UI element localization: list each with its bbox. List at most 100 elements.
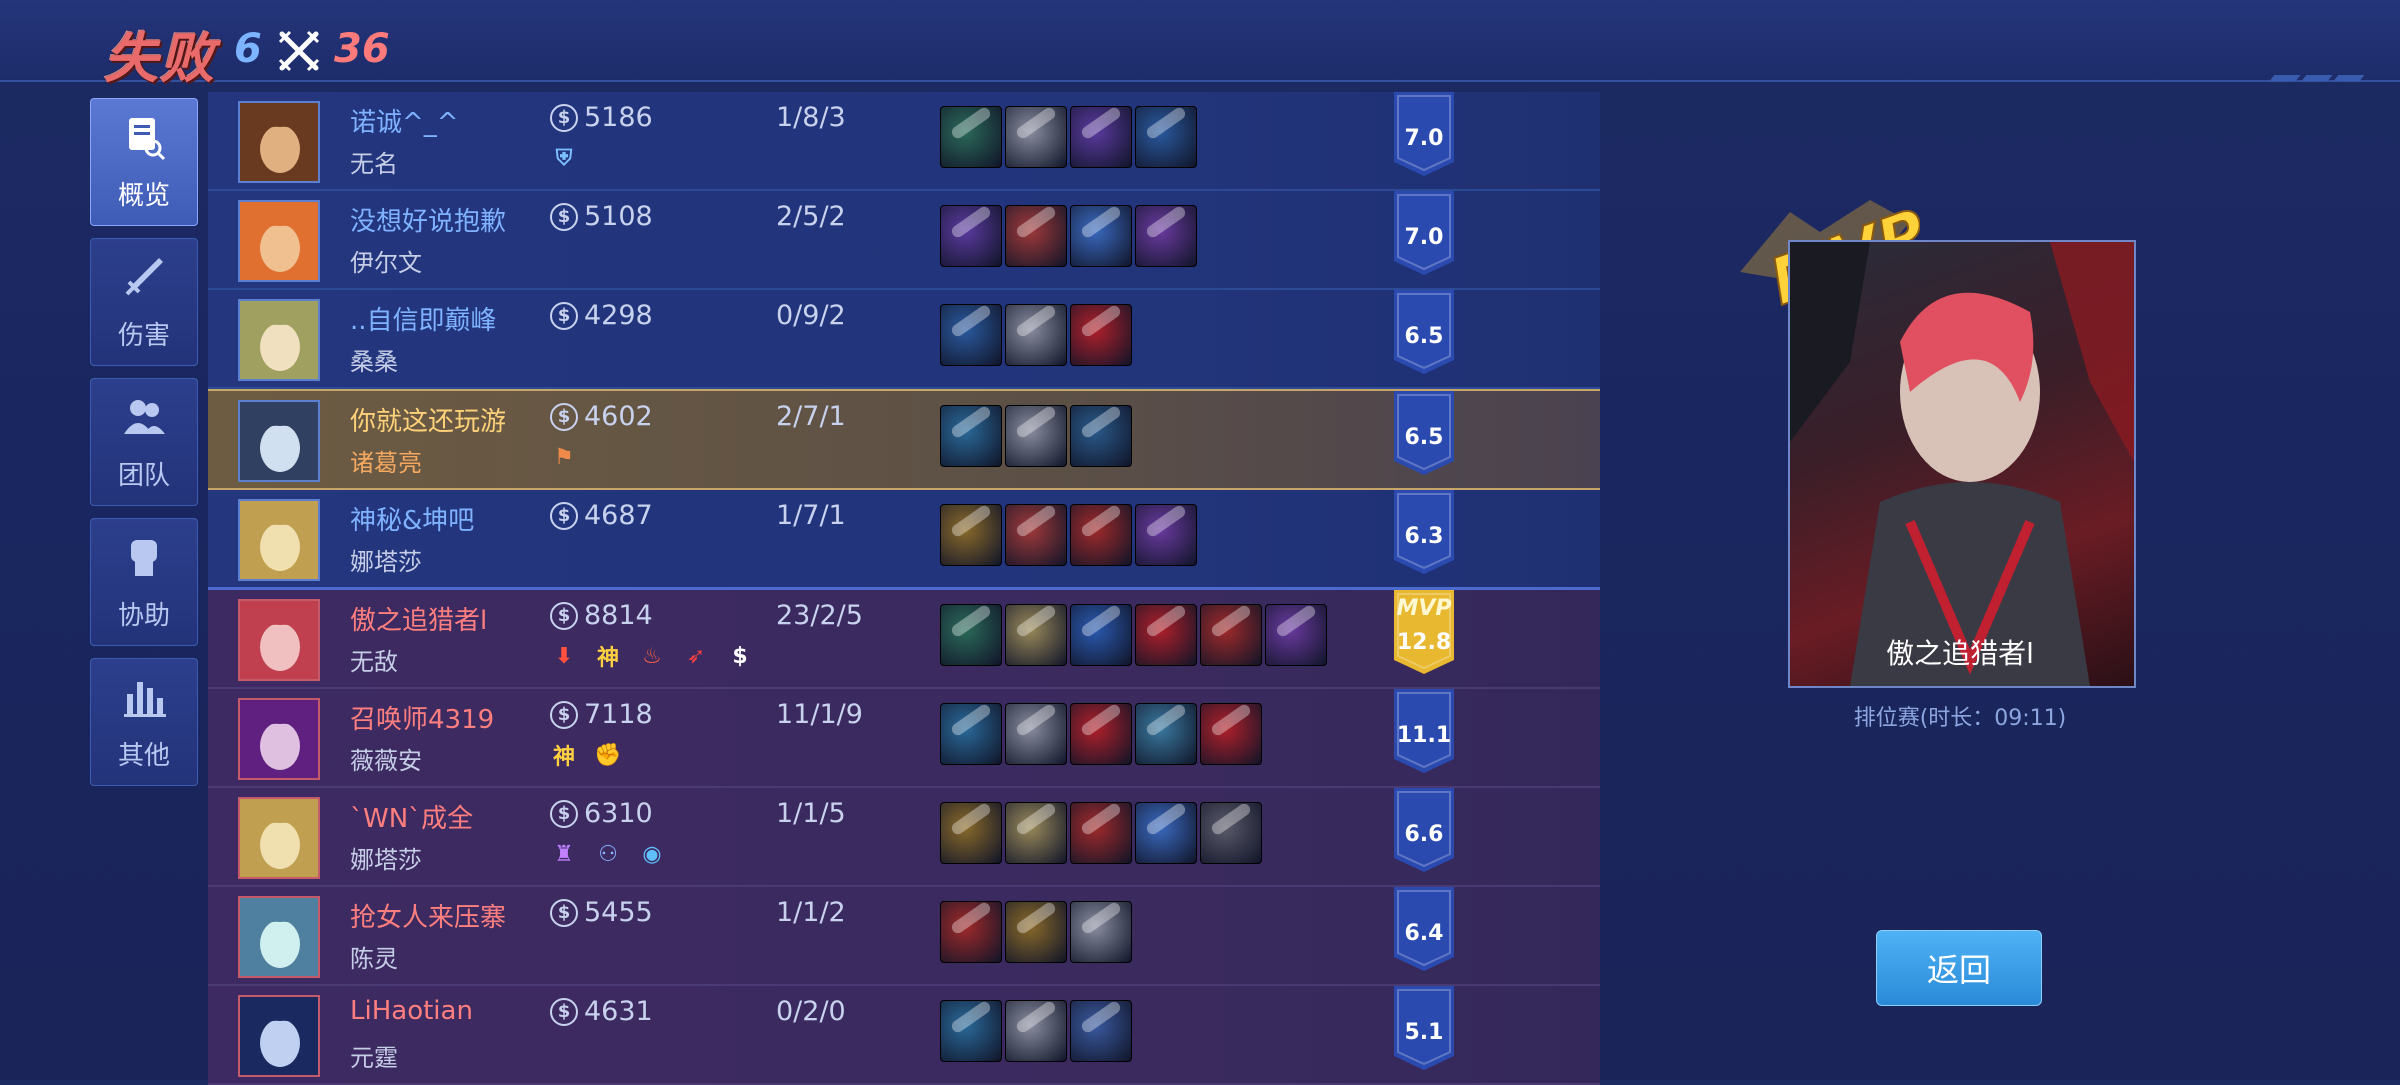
nav-item-1[interactable]: 伤害 [90, 238, 198, 366]
hero-avatar[interactable] [238, 599, 320, 681]
equipment-item-icon[interactable] [1070, 901, 1132, 963]
equipment-item-icon[interactable] [1005, 405, 1067, 467]
hero-avatar[interactable] [238, 995, 320, 1077]
equipment-item-icon[interactable] [1005, 304, 1067, 366]
equipment-item-icon[interactable] [1070, 106, 1132, 168]
player-row[interactable]: LiHaotian 元霆 $4631 0/2/0 5.1 [208, 986, 1600, 1085]
rating-badge: 7.0 [1394, 92, 1454, 176]
fist-badge-icon[interactable]: ✊ [592, 739, 624, 771]
player-row[interactable]: 神秘&坤吧 娜塔莎 $4687 1/7/1 6.3 [208, 490, 1600, 590]
hero-avatar[interactable] [238, 101, 320, 183]
player-row[interactable]: 抢女人来压寨 陈灵 $5455 1/1/2 6.4 [208, 887, 1600, 986]
equipment-item-icon[interactable] [940, 901, 1002, 963]
player-name: ..自信即巅峰 [350, 306, 497, 336]
flame-badge-icon[interactable]: ➶ [680, 640, 712, 672]
hero-avatar[interactable] [238, 499, 320, 581]
back-button[interactable]: 返回 [1876, 930, 2042, 1006]
equipment-item-icon[interactable] [1005, 504, 1067, 566]
gold-value: 8814 [584, 600, 653, 631]
nav-item-3[interactable]: 协助 [90, 518, 198, 646]
god-badge-icon[interactable]: 神 [548, 739, 580, 771]
equipment-item-icon[interactable] [1005, 703, 1067, 765]
rating-badge: 5.1 [1394, 986, 1454, 1070]
equipment-item-icon[interactable] [1070, 205, 1132, 267]
equipment-item-icon[interactable] [1200, 703, 1262, 765]
shield-badge-icon[interactable]: ⛨ [548, 142, 580, 174]
rating-value: 6.4 [1404, 921, 1444, 946]
equipment-item-icon[interactable] [940, 304, 1002, 366]
player-kda: 23/2/5 [776, 600, 863, 631]
equipment-item-icon[interactable] [940, 703, 1002, 765]
equipment-item-icon[interactable] [940, 1000, 1002, 1062]
player-row[interactable]: 你就这还玩游 诸葛亮 $4602 2/7/1 ⚑ 6.5 [208, 389, 1600, 490]
god-badge-icon[interactable]: 神 [592, 640, 624, 672]
hero-avatar[interactable] [238, 400, 320, 482]
equipment-item-icon[interactable] [1070, 504, 1132, 566]
equipment-item-icon[interactable] [940, 405, 1002, 467]
player-name: 没想好说抱歉 [350, 207, 507, 237]
nav-item-4[interactable]: 其他 [90, 658, 198, 786]
hero-avatar[interactable] [238, 200, 320, 282]
equipment-item-icon[interactable] [1005, 1000, 1067, 1062]
equipment-item-icon[interactable] [1005, 901, 1067, 963]
tower-badge-icon[interactable]: ♜ [548, 838, 580, 870]
coin-badge-icon[interactable]: $ [724, 640, 756, 672]
player-name: 傲之追猎者l [350, 606, 488, 636]
gold-value: 4631 [584, 996, 653, 1027]
top-bar: 失败 6 36 [0, 0, 2400, 90]
match-result: 失败 [104, 27, 216, 90]
player-row[interactable]: 傲之追猎者l 无敌 $8814 23/2/5 ⬇ 神 ♨ ➶ $ MVP 12.8 [208, 590, 1600, 689]
equipment-item-icon[interactable] [1005, 106, 1067, 168]
equipment-item-icon[interactable] [940, 604, 1002, 666]
equipment-item-icon[interactable] [1135, 504, 1197, 566]
equipment-item-icon[interactable] [940, 504, 1002, 566]
equipment-items [940, 106, 1197, 168]
rating-badge: 6.3 [1394, 490, 1454, 574]
player-kda: 0/2/0 [776, 996, 846, 1027]
equipment-item-icon[interactable] [1135, 604, 1197, 666]
fist-icon [119, 532, 169, 595]
hero-avatar[interactable] [238, 896, 320, 978]
equipment-item-icon[interactable] [1200, 802, 1262, 864]
eye-badge-icon[interactable]: ◉ [636, 838, 668, 870]
equipment-item-icon[interactable] [1005, 802, 1067, 864]
equipment-item-icon[interactable] [1070, 405, 1132, 467]
player-gold: $5108 [550, 201, 653, 232]
equipment-item-icon[interactable] [1265, 604, 1327, 666]
player-gold: $5186 [550, 102, 653, 133]
equipment-item-icon[interactable] [1070, 604, 1132, 666]
down-badge-icon[interactable]: ⬇ [548, 640, 580, 672]
mvp-rating-badge: MVP 12.8 [1394, 590, 1454, 674]
equipment-item-icon[interactable] [1135, 106, 1197, 168]
player-row[interactable]: 没想好说抱歉 伊尔文 $5108 2/5/2 7.0 [208, 191, 1600, 290]
equipment-item-icon[interactable] [1135, 703, 1197, 765]
nav-item-0[interactable]: 概览 [90, 98, 198, 226]
player-row[interactable]: 诺诚^_^ 无名 $5186 1/8/3 ⛨ 7.0 [208, 92, 1600, 191]
equipment-item-icon[interactable] [1135, 802, 1197, 864]
player-row[interactable]: `WN`成全 娜塔莎 $6310 1/1/5 ♜ ⚇ ◉ 6.6 [208, 788, 1600, 887]
equipment-item-icon[interactable] [1200, 604, 1262, 666]
player-row[interactable]: ..自信即巅峰 桑桑 $4298 0/9/2 6.5 [208, 290, 1600, 389]
nav-item-2[interactable]: 团队 [90, 378, 198, 506]
equipment-item-icon[interactable] [1070, 703, 1132, 765]
equipment-item-icon[interactable] [940, 802, 1002, 864]
player-row[interactable]: 召唤师4319 薇薇安 $7118 11/1/9 神 ✊ 11.1 [208, 689, 1600, 788]
hero-avatar[interactable] [238, 698, 320, 780]
player-kda: 1/8/3 [776, 102, 846, 133]
hero-name: 无名 [350, 150, 398, 178]
equipment-item-icon[interactable] [1070, 1000, 1132, 1062]
hood-badge-icon[interactable]: ⚇ [592, 838, 624, 870]
equipment-item-icon[interactable] [1070, 304, 1132, 366]
equipment-item-icon[interactable] [1070, 802, 1132, 864]
equipment-item-icon[interactable] [1005, 604, 1067, 666]
nav-item-label: 概览 [117, 181, 170, 211]
equipment-item-icon[interactable] [1135, 205, 1197, 267]
equipment-item-icon[interactable] [1005, 205, 1067, 267]
hero-avatar[interactable] [238, 299, 320, 381]
fire-badge-icon[interactable]: ♨ [636, 640, 668, 672]
equipment-item-icon[interactable] [940, 106, 1002, 168]
flag-badge-icon[interactable]: ⚑ [548, 441, 580, 473]
hero-avatar[interactable] [238, 797, 320, 879]
equipment-item-icon[interactable] [940, 205, 1002, 267]
player-gold: $4602 [550, 401, 653, 432]
